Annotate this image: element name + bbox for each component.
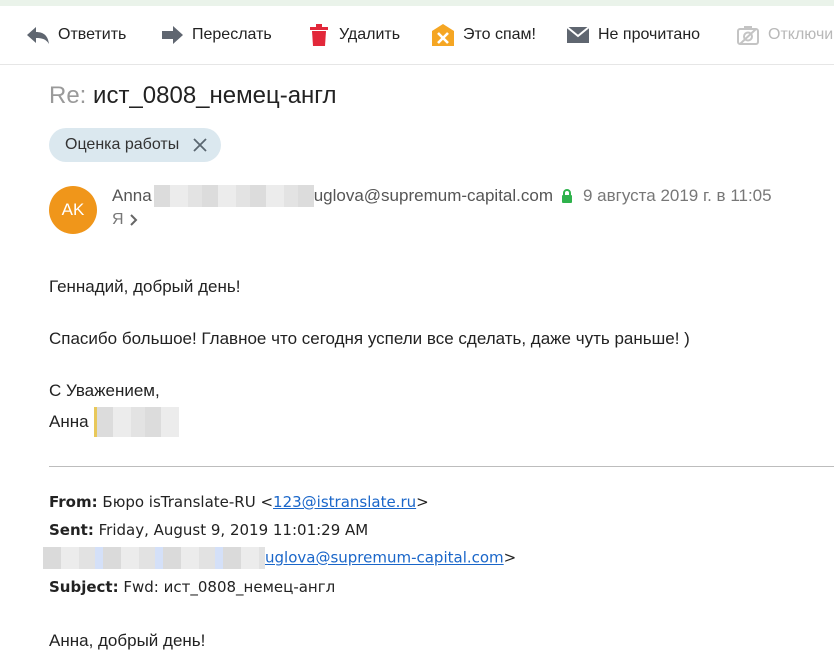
subject-prefix: Re:	[49, 82, 87, 109]
body-greeting: Геннадий, добрый день!	[49, 277, 241, 296]
avatar[interactable]: AK	[49, 186, 97, 234]
quoted-from: From: Бюро isTranslate-RU <123@istransla…	[49, 493, 429, 511]
lock-icon	[561, 188, 573, 204]
chevron-right-icon	[129, 214, 138, 226]
quote-divider	[49, 466, 834, 467]
spam-label: Это спам!	[463, 26, 536, 43]
mark-unread-label: Не прочитано	[598, 26, 701, 43]
message-date: 9 августа 2019 г. в 11:05	[583, 186, 772, 205]
sent-label: Sent:	[49, 521, 94, 539]
label-chip[interactable]: Оценка работы	[49, 128, 222, 162]
body-line: Спасибо большое! Главное что сегодня усп…	[49, 329, 690, 348]
from-name: Бюро isTranslate-RU <	[102, 493, 274, 511]
mark-unread-button[interactable]: Не прочитано	[566, 6, 700, 64]
spam-button[interactable]: Это спам!	[431, 6, 536, 64]
body-closing: С Уважением,	[49, 381, 160, 400]
close-icon[interactable]	[193, 138, 207, 152]
label-chip-text: Оценка работы	[65, 136, 180, 153]
reply-label: Ответить	[58, 26, 127, 43]
disable-button[interactable]: Отключи	[736, 6, 833, 64]
signature-name: Анна	[49, 412, 89, 431]
reply-icon	[26, 23, 50, 47]
recipient-me: Я	[112, 211, 124, 228]
sender-line: Anna uglova@supremum-capital.com 9 авгус…	[112, 185, 772, 207]
sender-name[interactable]: Anna	[112, 186, 152, 206]
delete-button[interactable]: Удалить	[307, 6, 400, 64]
subject-text: ист_0808_немец-англ	[93, 82, 337, 109]
forward-button[interactable]: Переслать	[160, 6, 272, 64]
forward-label: Переслать	[192, 26, 272, 43]
trash-icon	[307, 23, 331, 47]
redacted-recipient	[43, 547, 265, 569]
camera-off-icon	[736, 23, 760, 47]
avatar-initials: AK	[61, 200, 85, 219]
redacted-surname	[93, 407, 179, 437]
from-close: >	[416, 493, 429, 511]
delete-label: Удалить	[339, 26, 401, 43]
sent-value: Friday, August 9, 2019 11:01:29 AM	[98, 521, 369, 539]
forward-icon	[160, 23, 184, 47]
to-close: >	[503, 548, 517, 567]
message-toolbar: Ответить Переслать Удалить Это спам! Не …	[0, 6, 834, 65]
body-signature-row: Анна	[49, 407, 179, 437]
subject-value: Fwd: ист_0808_немец-англ	[123, 578, 336, 596]
sender-email-tail[interactable]: uglova@supremum-capital.com	[314, 186, 553, 206]
reply-button[interactable]: Ответить	[26, 6, 126, 64]
recipients-row[interactable]: Я	[112, 211, 138, 229]
message-subject: Re: ист_0808_немец-англ	[49, 82, 337, 110]
quoted-greeting: Анна, добрый день!	[49, 631, 206, 650]
disable-label: Отключи	[768, 26, 834, 43]
quoted-to: uglova@supremum-capital.com>	[43, 547, 516, 569]
redacted-email-part	[153, 185, 314, 207]
spam-icon	[431, 23, 455, 47]
subject-label: Subject:	[49, 578, 119, 596]
quoted-subject: Subject: Fwd: ист_0808_немец-англ	[49, 578, 335, 596]
from-label: From:	[49, 493, 98, 511]
to-email-link[interactable]: uglova@supremum-capital.com	[265, 549, 504, 567]
quoted-sent: Sent: Friday, August 9, 2019 11:01:29 AM	[49, 521, 368, 539]
from-email-link[interactable]: 123@istranslate.ru	[273, 493, 416, 511]
envelope-icon	[566, 23, 590, 47]
